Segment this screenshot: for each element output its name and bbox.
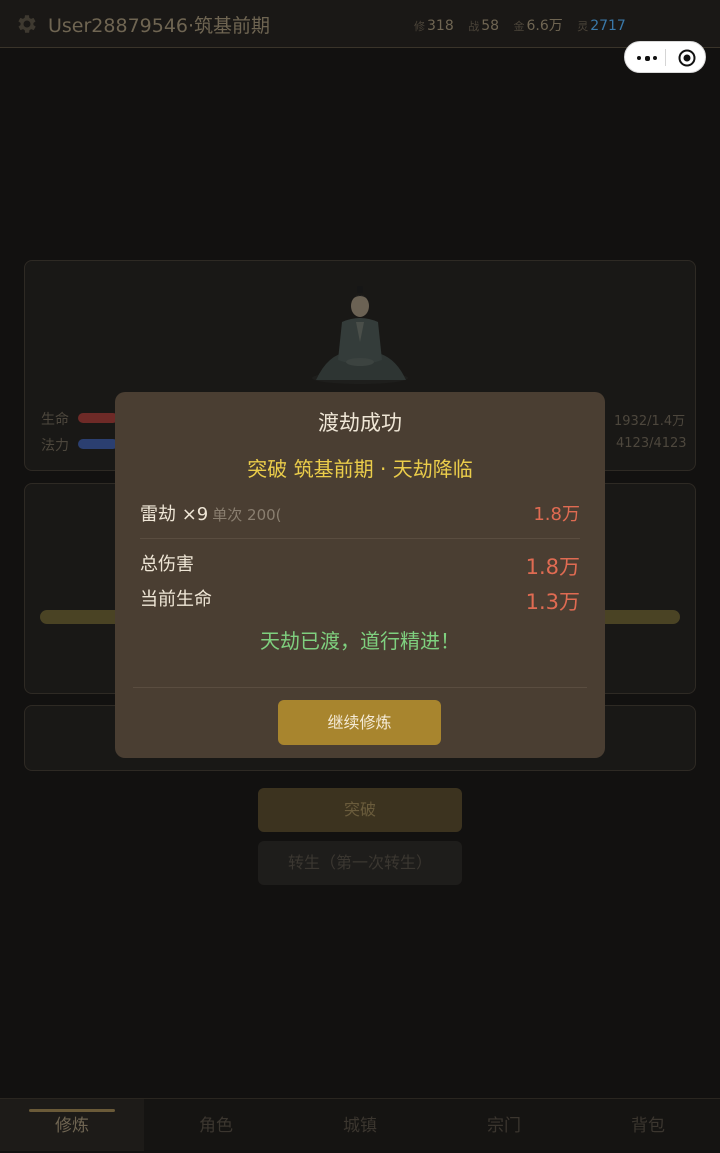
- active-tab-indicator: [29, 1109, 115, 1112]
- current-hp-value: 1.3万: [525, 590, 580, 614]
- tab-sect[interactable]: 宗门: [432, 1099, 576, 1151]
- continue-cultivation-button[interactable]: 继续修炼: [278, 700, 441, 745]
- dialog-title: 渡劫成功: [318, 411, 402, 435]
- strike-label-wrap: 雷劫 ×9 单次 200(: [140, 500, 282, 526]
- resource-stats: 修 318 战 58 金 6.6万 灵 2717: [414, 15, 636, 35]
- strike-label: 雷劫 ×9: [140, 504, 209, 525]
- stat-value: 6.6万: [526, 18, 563, 34]
- current-hp-label: 当前生命: [140, 589, 212, 610]
- stat-cultivation: 修 318: [414, 18, 454, 34]
- stat-key: 战: [468, 20, 480, 33]
- gear-icon[interactable]: [14, 12, 38, 36]
- tab-cultivate[interactable]: 修炼: [0, 1099, 144, 1151]
- tab-town[interactable]: 城镇: [288, 1099, 432, 1151]
- top-header: User28879546·筑基前期 修 318 战 58 金 6.6万 灵 2717: [0, 0, 720, 48]
- strike-detail: 单次 200(: [212, 506, 282, 524]
- divider: [133, 687, 587, 688]
- stat-gold: 金 6.6万: [513, 15, 562, 35]
- tab-label: 修炼: [55, 1116, 89, 1136]
- current-hp-row: 当前生命 1.3万: [140, 585, 580, 614]
- strike-value: 1.8万: [533, 504, 580, 525]
- tribulation-result-dialog: 渡劫成功 突破 筑基前期 · 天劫降临 雷劫 ×9 单次 200( 1.8万 总伤…: [115, 392, 605, 758]
- stat-value: 318: [427, 18, 454, 34]
- tab-label: 背包: [631, 1116, 665, 1136]
- stat-value: 58: [481, 18, 500, 34]
- total-damage-value: 1.8万: [525, 555, 580, 579]
- tab-label: 宗门: [487, 1116, 521, 1136]
- tab-label: 角色: [199, 1116, 233, 1136]
- total-damage-label: 总伤害: [140, 554, 194, 575]
- stat-combat: 战 58: [468, 18, 499, 34]
- stat-key: 灵: [577, 20, 589, 33]
- dialog-subtitle: 突破 筑基前期 · 天劫降临: [247, 457, 473, 481]
- stat-value: 2717: [590, 18, 626, 34]
- lightning-strike-row: 雷劫 ×9 单次 200( 1.8万: [140, 500, 580, 526]
- divider: [140, 538, 580, 539]
- bottom-tab-bar: 修炼 角色 城镇 宗门 背包: [0, 1098, 720, 1151]
- stat-spirit: 灵 2717: [577, 18, 626, 34]
- tab-label: 城镇: [343, 1116, 377, 1136]
- stat-key: 修: [414, 20, 425, 33]
- success-message: 天劫已渡，道行精进！: [260, 629, 460, 653]
- total-damage-row: 总伤害 1.8万: [140, 550, 580, 579]
- tab-character[interactable]: 角色: [144, 1099, 288, 1151]
- stat-key: 金: [513, 20, 525, 33]
- tab-bag[interactable]: 背包: [576, 1099, 720, 1151]
- page-title: User28879546·筑基前期: [48, 15, 271, 37]
